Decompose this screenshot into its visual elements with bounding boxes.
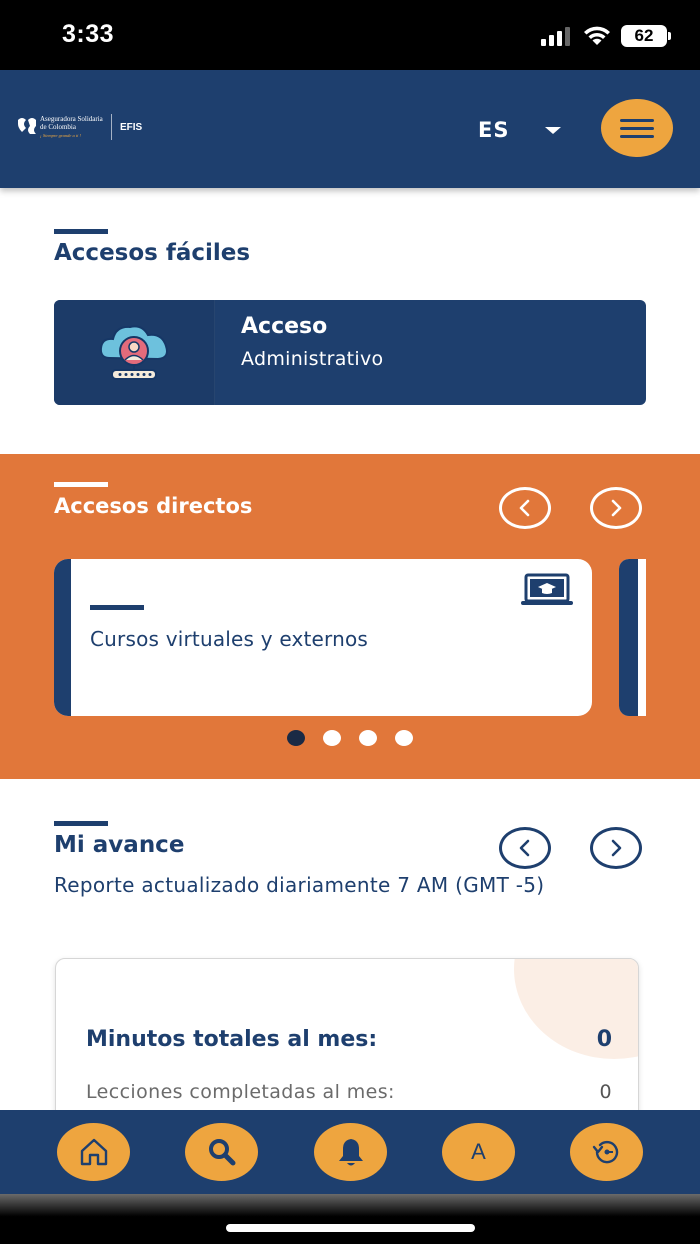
nav-search-button[interactable] [185, 1123, 258, 1181]
progress-title: Mi avance [54, 832, 185, 858]
laptop-graduation-icon [521, 573, 573, 605]
pager-dot[interactable] [359, 730, 377, 746]
progress-next-button[interactable] [590, 827, 642, 869]
nav-history-button[interactable] [570, 1123, 643, 1181]
status-bar: 3:33 62 [0, 0, 700, 70]
home-icon [80, 1138, 107, 1166]
battery-indicator: 62 [621, 25, 671, 47]
status-time: 3:33 [62, 20, 115, 48]
section-accent-line [54, 229, 108, 234]
stat-row-minutes: Minutos totales al mes: 0 [86, 1027, 612, 1052]
progress-prev-button[interactable] [499, 827, 551, 869]
easy-access-title: Accesos fáciles [54, 240, 251, 266]
access-card-subtitle: Administrativo [241, 348, 384, 370]
caret-down-icon [545, 126, 562, 134]
pager-dot[interactable] [287, 730, 305, 746]
home-indicator-area [0, 1194, 700, 1244]
history-icon [592, 1140, 618, 1164]
direct-access-title: Accesos directos [54, 494, 253, 518]
logo-divider [111, 114, 112, 140]
chevron-right-icon [611, 499, 622, 517]
search-icon [208, 1139, 235, 1166]
chevron-left-icon [519, 499, 530, 517]
language-selector[interactable]: ES [478, 113, 562, 147]
cloud-user-icon [99, 325, 168, 380]
nav-font-size-button[interactable]: A [442, 1123, 515, 1181]
brand-mark-icon [18, 118, 36, 134]
hamburger-icon [620, 118, 654, 122]
section-accent-line [54, 821, 108, 826]
card-accent-line [90, 605, 144, 610]
chevron-left-icon [519, 839, 530, 857]
font-letter-icon: A [471, 1139, 486, 1164]
nav-notifications-button[interactable] [314, 1123, 387, 1181]
language-label: ES [478, 118, 510, 142]
direct-access-prev-button[interactable] [499, 487, 551, 529]
report-update-note: Reporte actualizado diariamente 7 AM (GM… [54, 873, 545, 897]
stat-value: 0 [596, 1027, 612, 1052]
home-indicator[interactable] [226, 1224, 475, 1232]
stat-value: 0 [599, 1081, 612, 1103]
stat-row-lessons: Lecciones completadas al mes: 0 [86, 1081, 612, 1103]
nav-home-button[interactable] [57, 1123, 130, 1181]
brand-tagline: ¡ Siempre grande a ti ! [40, 133, 81, 138]
virtual-courses-card[interactable]: Cursos virtuales y externos [54, 559, 592, 716]
brand-name: Aseguradora Solidaria de Colombia [40, 115, 103, 131]
course-card-label: Cursos virtuales y externos [90, 627, 369, 651]
brand-logo[interactable]: Aseguradora Solidaria de Colombia ¡ Siemp… [16, 114, 166, 144]
direct-access-next-button[interactable] [590, 487, 642, 529]
app-header: Aseguradora Solidaria de Colombia ¡ Siemp… [0, 70, 700, 188]
access-card-title: Acceso [241, 314, 328, 339]
chevron-right-icon [611, 839, 622, 857]
partner-logo: EFIS [120, 122, 143, 133]
wifi-icon [584, 26, 610, 45]
cellular-signal-icon [541, 27, 570, 46]
section-accent-line [54, 482, 108, 487]
menu-button[interactable] [601, 99, 673, 157]
bell-icon [338, 1139, 363, 1166]
pager-dot[interactable] [323, 730, 341, 746]
stat-label: Lecciones completadas al mes: [86, 1081, 395, 1103]
carousel-pager [287, 730, 413, 746]
stat-label: Minutos totales al mes: [86, 1027, 378, 1052]
bottom-navigation: A [0, 1110, 700, 1194]
admin-access-card[interactable]: Acceso Administrativo [54, 300, 646, 405]
access-card-icon-panel [54, 300, 215, 405]
pager-dot[interactable] [395, 730, 413, 746]
